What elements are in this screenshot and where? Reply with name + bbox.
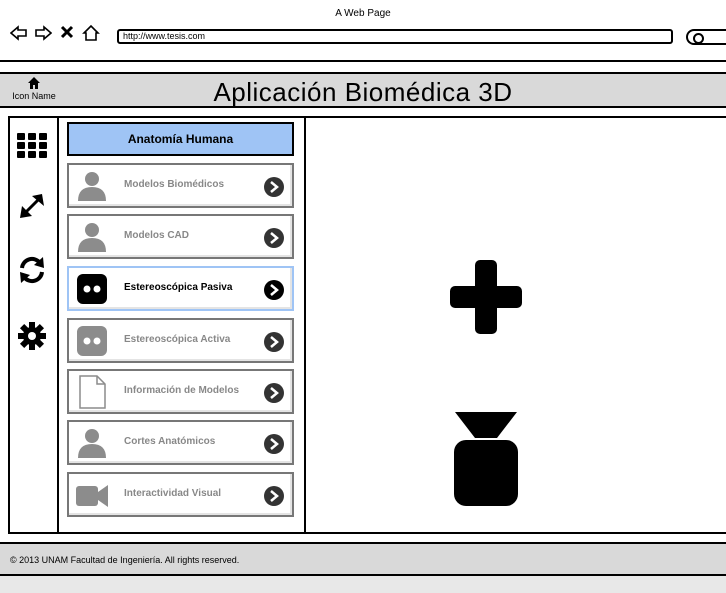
- window-title: A Web Page: [335, 8, 391, 19]
- plus-icon[interactable]: [448, 258, 524, 336]
- footer: © 2013 UNAM Facultad de Ingeniería. All …: [0, 542, 726, 576]
- chevron-right-icon[interactable]: [264, 383, 284, 403]
- menu-item-label: Interactividad Visual: [124, 488, 222, 499]
- canvas-area: [306, 118, 726, 532]
- close-icon[interactable]: [58, 24, 76, 42]
- menu-item-estereoscopica-activa[interactable]: Estereoscópica Activa: [67, 318, 294, 363]
- search-icon[interactable]: [686, 29, 726, 45]
- expand-icon[interactable]: [16, 190, 48, 222]
- menu-item-interactividad-visual[interactable]: Interactividad Visual: [67, 472, 294, 517]
- page-title: Aplicación Biomédica 3D: [213, 77, 513, 107]
- browser-nav: [9, 24, 100, 42]
- app-header: Icon Name Aplicación Biomédica 3D: [0, 72, 726, 108]
- menu-item-informacion-de-modelos[interactable]: Información de Modelos: [67, 369, 294, 414]
- stereo-icon: [77, 274, 107, 304]
- menu-header[interactable]: Anatomía Humana: [67, 122, 294, 156]
- refresh-icon[interactable]: [16, 254, 48, 286]
- forward-arrow-icon[interactable]: [34, 24, 53, 42]
- menu-item-label: Estereoscópica Pasiva: [124, 282, 233, 293]
- menu-item-label: Modelos CAD: [124, 230, 189, 241]
- back-arrow-icon[interactable]: [9, 24, 28, 42]
- stereo-icon: [77, 326, 107, 356]
- menu-item-cortes-anatomicos[interactable]: Cortes Anatómicos: [67, 420, 294, 465]
- document-icon: [79, 375, 106, 409]
- chevron-right-icon[interactable]: [264, 177, 284, 197]
- grid-icon[interactable]: [16, 130, 48, 162]
- chevron-right-icon[interactable]: [264, 280, 284, 300]
- weight-icon[interactable]: [451, 412, 521, 508]
- user-icon: [78, 172, 106, 201]
- menu-item-modelos-biomedicos[interactable]: Modelos Biomédicos: [67, 163, 294, 208]
- menu-item-label: Modelos Biomédicos: [124, 179, 225, 190]
- menu-item-label: Estereoscópica Activa: [124, 334, 231, 345]
- menu-item-label: Información de Modelos: [124, 385, 240, 396]
- chevron-right-icon[interactable]: [264, 434, 284, 454]
- browser-chrome: A Web Page http://www.tesis.com: [0, 0, 726, 62]
- menu-item-modelos-cad[interactable]: Modelos CAD: [67, 214, 294, 259]
- video-camera-icon: [76, 485, 108, 507]
- url-bar[interactable]: http://www.tesis.com: [117, 29, 673, 44]
- sidebar-icons: [10, 118, 59, 532]
- user-icon: [78, 223, 106, 252]
- gear-icon[interactable]: [16, 320, 48, 352]
- copyright-text: © 2013 UNAM Facultad de Ingeniería. All …: [10, 555, 240, 565]
- menu-item-estereoscopica-pasiva[interactable]: Estereoscópica Pasiva: [67, 266, 294, 311]
- chevron-right-icon[interactable]: [264, 486, 284, 506]
- user-icon: [78, 429, 106, 458]
- main-panel: Anatomía Humana Modelos Biomédicos Model…: [8, 116, 726, 534]
- bottom-bar: [0, 576, 726, 593]
- chevron-right-icon[interactable]: [264, 332, 284, 352]
- menu-item-label: Cortes Anatómicos: [124, 436, 216, 447]
- chevron-right-icon[interactable]: [264, 228, 284, 248]
- menu-panel: Anatomía Humana Modelos Biomédicos Model…: [59, 118, 306, 532]
- home-icon[interactable]: [82, 24, 100, 42]
